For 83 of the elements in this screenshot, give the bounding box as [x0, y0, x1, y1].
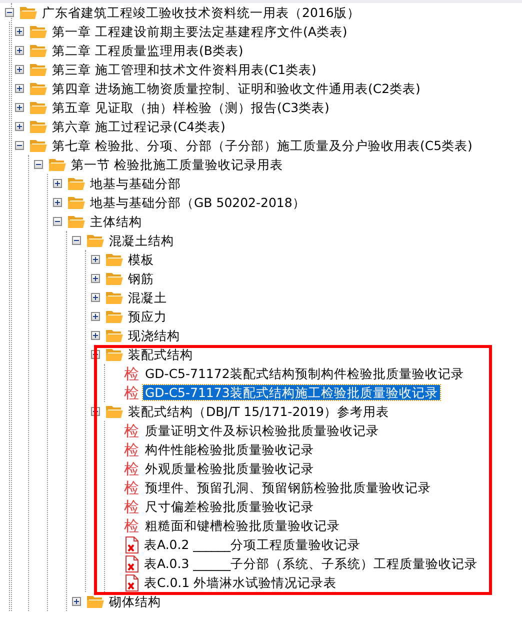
tree-item[interactable]: 尺寸偏差检验批质量验收记录: [143, 499, 316, 514]
expand-toggle[interactable]: [53, 217, 62, 226]
tree-item[interactable]: 表A.0.3 ______子分部（系统、子系统）工程质量验收记录: [142, 556, 480, 571]
check-icon: 检: [124, 364, 141, 382]
folder-icon: [29, 81, 48, 96]
expand-toggle[interactable]: [91, 274, 100, 283]
folder-icon: [29, 43, 48, 58]
tree-item[interactable]: 外观质量检验批质量验收记录: [143, 461, 316, 476]
folder-icon: [105, 252, 124, 267]
folder-icon: [29, 100, 48, 115]
tree-item[interactable]: 装配式结构（DBJ/T 15/171-2019）参考用表: [126, 404, 392, 419]
folder-icon: [29, 62, 48, 77]
tree-item[interactable]: 第一章 工程建设前期主要法定基建程序文件(A类表): [50, 24, 350, 39]
document-error-icon: [124, 574, 140, 592]
expand-toggle[interactable]: [72, 597, 81, 606]
tree-item[interactable]: 第二章 工程质量监理用表(B类表): [50, 43, 246, 58]
expand-toggle[interactable]: [15, 84, 24, 93]
document-error-icon: [124, 554, 140, 572]
folder-icon: [19, 5, 38, 20]
folder-icon: [67, 195, 86, 210]
folder-icon: [105, 347, 124, 362]
tree-item[interactable]: 预应力: [126, 309, 169, 324]
tree-item[interactable]: 地基与基础分部（GB 50202-2018）: [88, 195, 308, 210]
check-icon: 检: [124, 478, 141, 496]
expand-toggle[interactable]: [34, 160, 43, 169]
expand-toggle[interactable]: [53, 198, 62, 207]
expand-toggle[interactable]: [91, 331, 100, 340]
tree-item[interactable]: 第四章 进场施工物资质量控制、证明和验收文件通用表(C2类表): [50, 81, 422, 96]
tree-item[interactable]: 钢筋: [126, 271, 156, 286]
expand-toggle[interactable]: [91, 293, 100, 302]
folder-icon: [105, 271, 124, 286]
folder-icon: [105, 328, 124, 343]
expand-toggle[interactable]: [91, 312, 100, 321]
check-icon: 检: [124, 422, 141, 440]
document-error-icon: [124, 536, 140, 554]
tree-item[interactable]: 混凝土: [126, 290, 169, 305]
tree-item[interactable]: 质量证明文件及标识检验批质量验收记录: [143, 423, 381, 438]
tree-item[interactable]: 预埋件、预留孔洞、预留钢筋检验批质量验收记录: [143, 480, 433, 495]
tree-item[interactable]: 广东省建筑工程竣工验收技术资料统一用表（2016版）: [40, 5, 362, 20]
tree-item[interactable]: 表C.0.1 外墙淋水试验情况记录表: [142, 575, 339, 590]
tree-item[interactable]: 表A.0.2 ______分项工程质量验收记录: [142, 537, 363, 552]
folder-icon: [86, 594, 105, 609]
tree-item[interactable]: 构件性能检验批质量验收记录: [143, 442, 316, 457]
tree-item[interactable]: GD-C5-71172装配式结构预制构件检验批质量验收记录: [143, 366, 466, 381]
folder-icon: [105, 290, 124, 305]
tree-item[interactable]: 第七章 检验批、分项、分部（子分部）施工质量及分户验收用表(C5类表): [50, 138, 474, 153]
expand-toggle[interactable]: [15, 122, 24, 131]
check-icon: 检: [124, 516, 141, 534]
expand-toggle[interactable]: [72, 236, 81, 245]
tree-item[interactable]: 粗糙面和键槽检验批质量验收记录: [143, 518, 342, 533]
expand-toggle[interactable]: [15, 46, 24, 55]
folder-icon: [29, 24, 48, 39]
expand-toggle[interactable]: [5, 8, 14, 17]
expand-toggle[interactable]: [15, 103, 24, 112]
tree-item[interactable]: 第一节 检验批施工质量验收记录用表: [69, 157, 285, 172]
expand-toggle[interactable]: [15, 65, 24, 74]
folder-icon: [105, 404, 124, 419]
tree-item[interactable]: 混凝土结构: [107, 233, 176, 248]
tree-item[interactable]: 第三章 施工管理和技术文件资料用表(C1类表): [50, 62, 318, 77]
tree-item[interactable]: 第五章 见证取（抽）样检验（测）报告(C3类表): [50, 100, 332, 115]
check-icon: 检: [124, 460, 141, 478]
check-icon: 检: [124, 498, 141, 516]
check-icon: 检: [124, 440, 141, 458]
folder-icon: [67, 176, 86, 191]
expand-toggle[interactable]: [15, 27, 24, 36]
expand-toggle[interactable]: [91, 255, 100, 264]
tree-item[interactable]: 模板: [126, 252, 156, 267]
tree-item[interactable]: 地基与基础分部: [88, 176, 183, 191]
tree-item[interactable]: 砌体结构: [107, 594, 163, 609]
tree-item[interactable]: 第六章 施工过程记录(C4类表): [50, 119, 228, 134]
folder-icon: [105, 309, 124, 324]
expand-toggle[interactable]: [15, 141, 24, 150]
folder-icon: [86, 233, 105, 248]
tree-item[interactable]: 现浇结构: [126, 328, 182, 343]
folder-icon: [29, 138, 48, 153]
expand-toggle[interactable]: [53, 179, 62, 188]
tree-item[interactable]: 主体结构: [88, 214, 144, 229]
folder-icon: [48, 157, 67, 172]
folder-icon: [67, 214, 86, 229]
check-icon: 检: [124, 384, 141, 402]
tree-item[interactable]: GD-C5-71173装配式结构施工检验批质量验收记录: [143, 385, 440, 400]
folder-icon: [29, 119, 48, 134]
tree-item[interactable]: 装配式结构: [126, 347, 195, 362]
